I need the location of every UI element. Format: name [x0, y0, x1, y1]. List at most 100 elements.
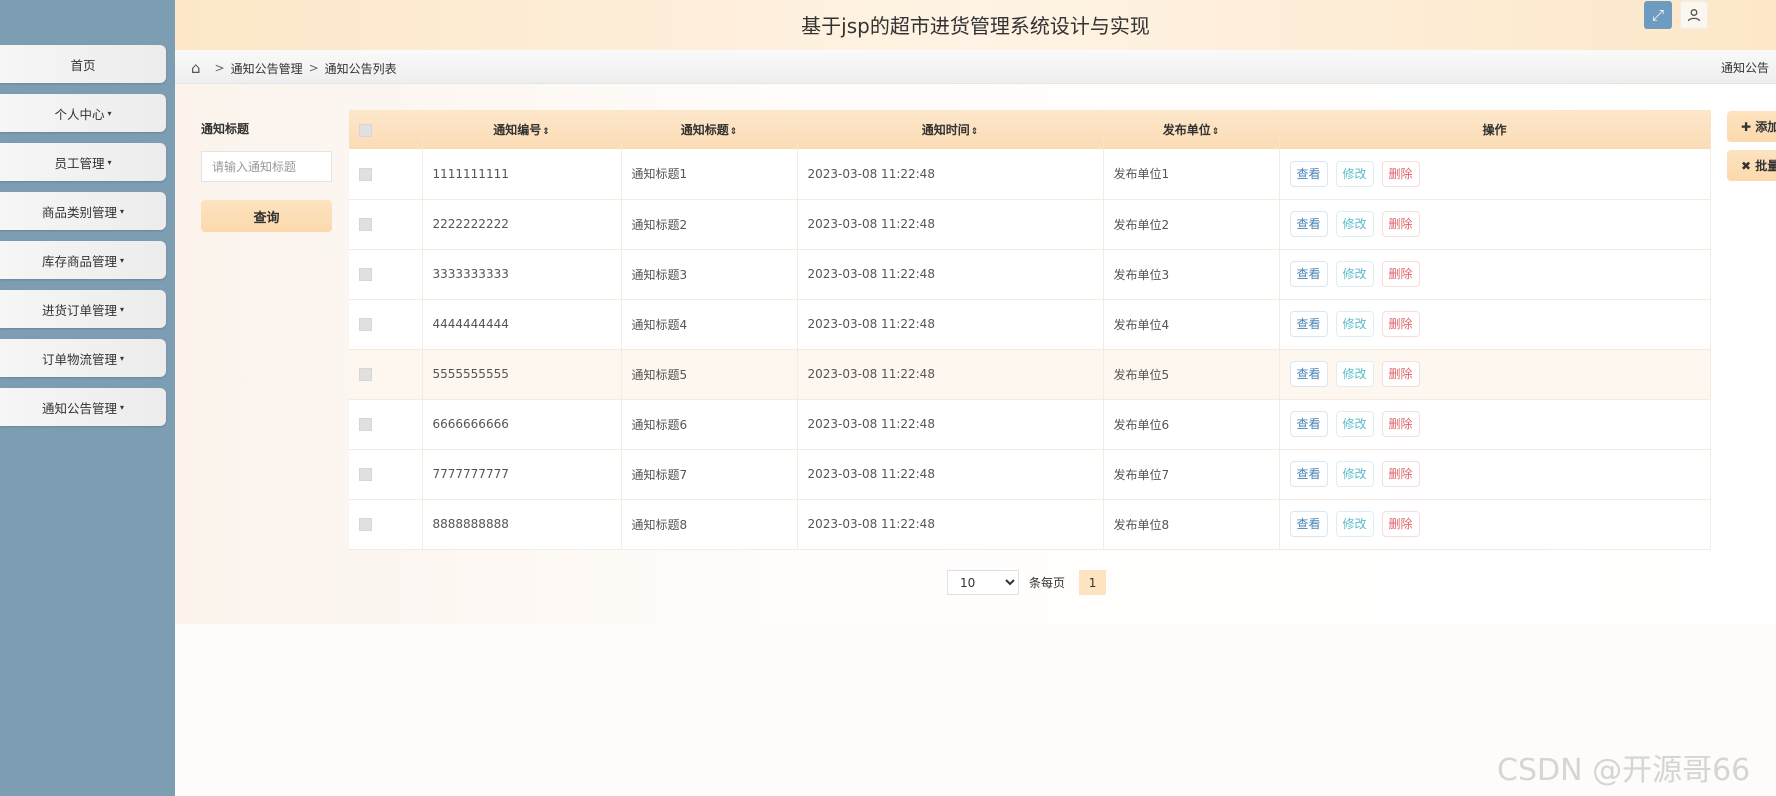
- row-checkbox[interactable]: [349, 499, 423, 550]
- cell-no: 4444444444: [422, 299, 622, 350]
- delete-button[interactable]: 删除: [1381, 411, 1420, 437]
- user-icon: [1687, 9, 1701, 22]
- pagination: 10 条每页 1: [947, 570, 1107, 595]
- view-button[interactable]: 查看: [1289, 311, 1328, 337]
- app-title: 基于jsp的超市进货管理系统设计与实现: [801, 14, 1150, 38]
- breadcrumb-level1[interactable]: 通知公告管理: [231, 60, 303, 77]
- sidebar-item-logistics[interactable]: 订单物流管理 ▾: [0, 339, 166, 377]
- cell-ops: 查看 修改 删除: [1279, 499, 1711, 550]
- delete-button[interactable]: 删除: [1381, 511, 1420, 537]
- sidebar-item-personal-center[interactable]: 个人中心 ▾: [0, 94, 166, 132]
- row-checkbox[interactable]: [349, 149, 423, 200]
- caret-down-icon: ▾: [120, 353, 125, 363]
- view-button[interactable]: 查看: [1289, 511, 1328, 537]
- cell-unit: 发布单位2: [1103, 199, 1280, 250]
- row-checkbox[interactable]: [349, 299, 423, 350]
- row-checkbox[interactable]: [349, 199, 423, 250]
- cell-title: 通知标题1: [621, 149, 798, 200]
- add-button[interactable]: ✚ 添加: [1727, 111, 1776, 142]
- view-button[interactable]: 查看: [1289, 261, 1328, 287]
- edit-button[interactable]: 修改: [1335, 511, 1374, 537]
- sidebar-item-label: 员工管理: [54, 155, 105, 171]
- view-button[interactable]: 查看: [1289, 461, 1328, 487]
- cell-ops: 查看 修改 删除: [1279, 399, 1711, 450]
- table-row: 8888888888 通知标题8 2023-03-08 11:22:48 发布单位8 查…: [349, 499, 1711, 550]
- breadcrumb: ⌂ > 通知公告管理 > 通知公告列表: [191, 59, 397, 77]
- sidebar-menu: 首页 个人中心 ▾ 员工管理 ▾ 商品类别管理 ▾ 库存商品管理 ▾ 进货订单管理 ▾ 订…: [0, 45, 166, 437]
- sort-icon: ⇕: [729, 127, 738, 137]
- home-icon[interactable]: ⌂: [191, 59, 201, 77]
- delete-button[interactable]: 删除: [1381, 461, 1420, 487]
- watermark: CSDN @开源哥66: [1497, 753, 1751, 788]
- cell-unit: 发布单位7: [1103, 449, 1280, 500]
- table-row: 5555555555 通知标题5 2023-03-08 11:22:48 发布单位5 查…: [349, 349, 1711, 400]
- edit-button[interactable]: 修改: [1335, 211, 1374, 237]
- breadcrumb-right-title: 通知公告: [1721, 61, 1770, 75]
- top-header: 基于jsp的超市进货管理系统设计与实现 ⤢: [175, 0, 1776, 50]
- cell-ops: 查看 修改 删除: [1279, 249, 1711, 300]
- cell-time: 2023-03-08 11:22:48: [797, 349, 1104, 400]
- cell-title: 通知标题6: [621, 399, 798, 450]
- breadcrumb-separator: >: [214, 61, 225, 75]
- column-header-no[interactable]: 通知编号⇕: [422, 110, 622, 149]
- cell-no: 2222222222: [422, 199, 622, 250]
- sidebar-item-notice[interactable]: 通知公告管理 ▾: [0, 388, 166, 426]
- edit-button[interactable]: 修改: [1335, 261, 1374, 287]
- cell-unit: 发布单位3: [1103, 249, 1280, 300]
- cell-ops: 查看 修改 删除: [1279, 449, 1711, 500]
- breadcrumb-separator: >: [308, 61, 319, 75]
- edit-button[interactable]: 修改: [1335, 411, 1374, 437]
- sidebar-item-purchase-order[interactable]: 进货订单管理 ▾: [0, 290, 166, 328]
- row-checkbox[interactable]: [349, 349, 423, 400]
- user-button[interactable]: [1680, 1, 1708, 29]
- row-checkbox[interactable]: [349, 249, 423, 300]
- column-header-unit[interactable]: 发布单位⇕: [1103, 110, 1280, 149]
- select-all-checkbox[interactable]: [349, 110, 423, 149]
- sidebar-item-label: 订单物流管理: [41, 351, 117, 367]
- cell-time: 2023-03-08 11:22:48: [797, 299, 1104, 350]
- caret-down-icon: ▾: [120, 402, 125, 412]
- cell-no: 5555555555: [422, 349, 622, 400]
- cell-time: 2023-03-08 11:22:48: [797, 199, 1104, 250]
- sidebar-item-staff[interactable]: 员工管理 ▾: [0, 143, 166, 181]
- delete-button[interactable]: 删除: [1381, 211, 1420, 237]
- caret-down-icon: ▾: [120, 206, 125, 216]
- page-number-button[interactable]: 1: [1079, 570, 1107, 595]
- sidebar-item-category[interactable]: 商品类别管理 ▾: [0, 192, 166, 230]
- edit-button[interactable]: 修改: [1335, 461, 1374, 487]
- edit-button[interactable]: 修改: [1335, 361, 1374, 387]
- fullscreen-button[interactable]: ⤢: [1644, 1, 1672, 29]
- cell-unit: 发布单位8: [1103, 499, 1280, 550]
- search-input[interactable]: [201, 151, 332, 182]
- view-button[interactable]: 查看: [1289, 361, 1328, 387]
- cell-time: 2023-03-08 11:22:48: [797, 449, 1104, 500]
- view-button[interactable]: 查看: [1289, 160, 1328, 187]
- page-size-select[interactable]: 10: [947, 570, 1019, 595]
- view-button[interactable]: 查看: [1289, 411, 1328, 437]
- edit-button[interactable]: 修改: [1335, 311, 1374, 337]
- delete-button[interactable]: 删除: [1381, 160, 1420, 187]
- delete-button[interactable]: 删除: [1381, 361, 1420, 387]
- row-checkbox[interactable]: [349, 399, 423, 450]
- sidebar-item-home[interactable]: 首页: [0, 45, 166, 83]
- table-row: 3333333333 通知标题3 2023-03-08 11:22:48 发布单位3 查…: [349, 249, 1711, 300]
- cell-time: 2023-03-08 11:22:48: [797, 399, 1104, 450]
- sidebar-item-label: 商品类别管理: [41, 204, 117, 220]
- table-row: 1111111111 通知标题1 2023-03-08 11:22:48 发布单位1 查…: [349, 149, 1711, 200]
- delete-button[interactable]: 删除: [1381, 261, 1420, 287]
- cell-title: 通知标题5: [621, 349, 798, 400]
- column-header-title[interactable]: 通知标题⇕: [621, 110, 798, 149]
- cell-ops: 查看 修改 删除: [1279, 199, 1711, 250]
- query-button[interactable]: 查询: [201, 200, 332, 232]
- sidebar-item-label: 进货订单管理: [41, 302, 117, 318]
- batch-delete-button[interactable]: ✖ 批量删除: [1727, 150, 1776, 181]
- delete-button[interactable]: 删除: [1381, 311, 1420, 337]
- edit-button[interactable]: 修改: [1335, 160, 1374, 187]
- row-checkbox[interactable]: [349, 449, 423, 500]
- cell-time: 2023-03-08 11:22:48: [797, 149, 1104, 200]
- view-button[interactable]: 查看: [1289, 211, 1328, 237]
- cell-no: 8888888888: [422, 499, 622, 550]
- cell-title: 通知标题2: [621, 199, 798, 250]
- sidebar-item-stock[interactable]: 库存商品管理 ▾: [0, 241, 166, 279]
- column-header-time[interactable]: 通知时间⇕: [797, 110, 1104, 149]
